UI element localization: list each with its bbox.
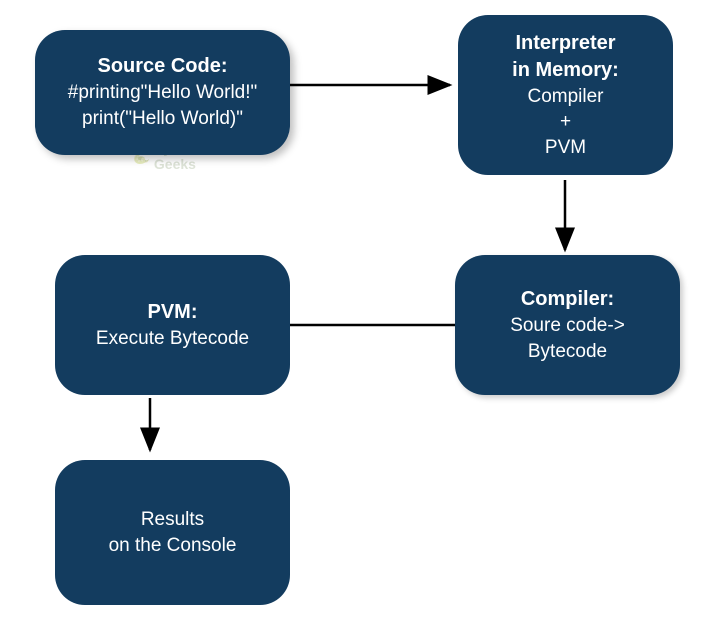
- node-title: Source Code:: [97, 53, 227, 80]
- node-title-line: Interpreter: [515, 30, 615, 57]
- node-pvm: PVM: Execute Bytecode: [55, 255, 290, 395]
- node-body-line: Results: [141, 507, 204, 533]
- node-interpreter: Interpreter in Memory: Compiler + PVM: [458, 15, 673, 175]
- node-body-line: Soure code->: [510, 313, 625, 339]
- node-title: Compiler:: [521, 286, 614, 313]
- node-body-line: Compiler: [527, 84, 603, 110]
- node-body-line: on the Console: [109, 533, 237, 559]
- node-body-line: Bytecode: [528, 339, 607, 365]
- node-results: Results on the Console: [55, 460, 290, 605]
- node-source-code: Source Code: #printing"Hello World!" pri…: [35, 30, 290, 155]
- node-body-line: Execute Bytecode: [96, 326, 249, 352]
- node-title-line: in Memory:: [512, 57, 619, 84]
- node-body-line: #printing"Hello World!": [68, 80, 258, 106]
- node-body-line: PVM: [545, 135, 586, 161]
- node-body-line: +: [560, 109, 571, 135]
- node-body-line: print("Hello World)": [82, 106, 243, 132]
- node-compiler: Compiler: Soure code-> Bytecode: [455, 255, 680, 395]
- node-title: PVM:: [148, 299, 198, 326]
